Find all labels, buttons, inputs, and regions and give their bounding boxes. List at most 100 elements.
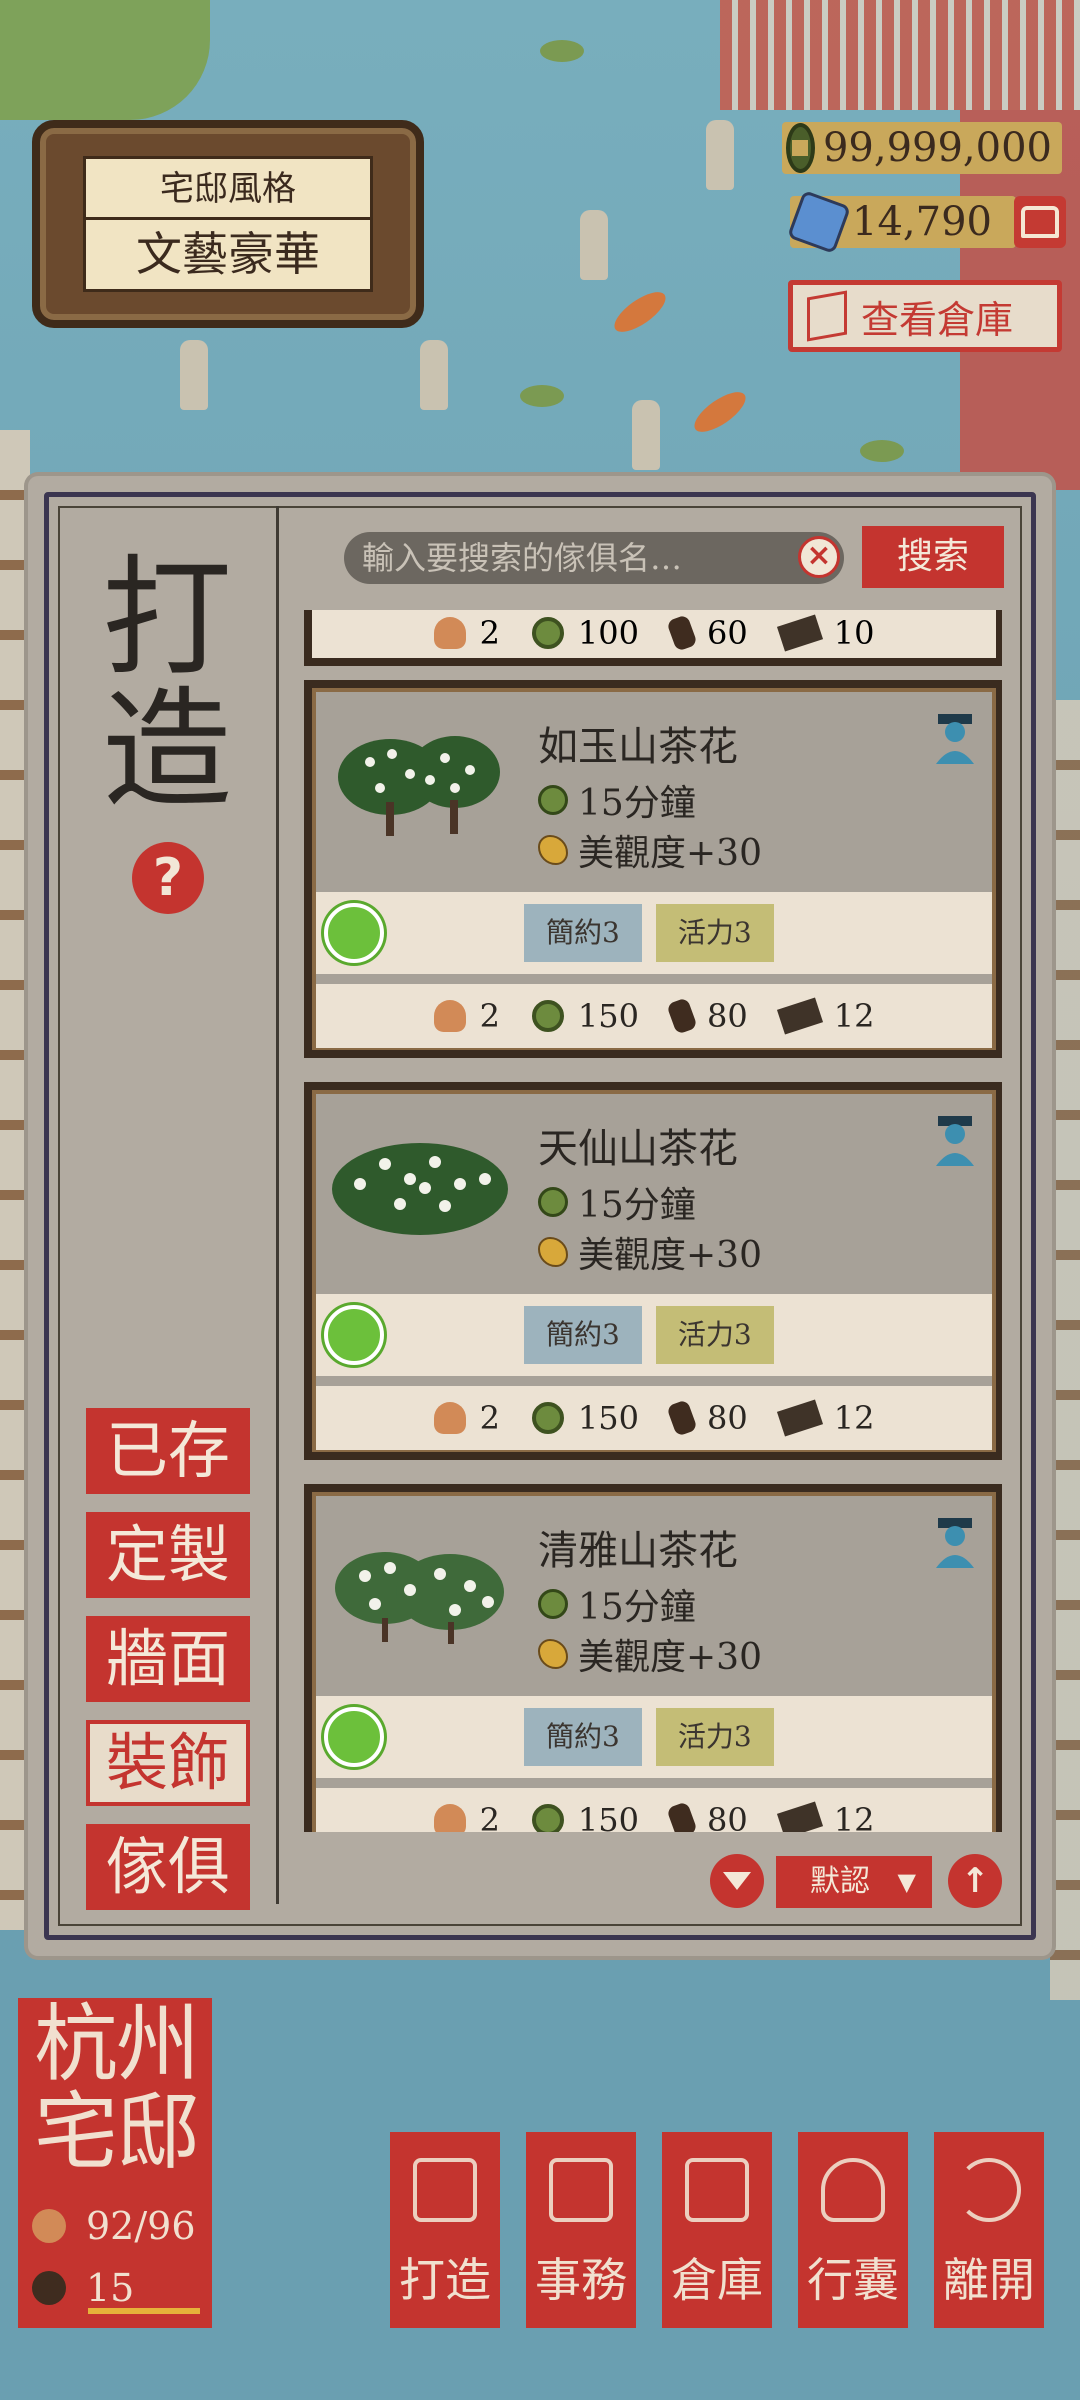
style-tag: 簡約3: [524, 1306, 642, 1364]
coin-icon: [531, 617, 564, 649]
sort-selected: 默認: [810, 1864, 870, 1899]
beauty-icon: [538, 835, 568, 865]
clear-search-icon[interactable]: ×: [798, 536, 840, 578]
filter-button[interactable]: [710, 1854, 764, 1908]
lily-pad: [520, 385, 564, 407]
artisan-icon: [936, 1116, 974, 1166]
cost-row: 2 100 60 10: [312, 610, 996, 658]
style-sign-value: 文藝豪華: [83, 220, 373, 292]
treasure-chest-button[interactable]: [1014, 196, 1066, 248]
camellia-bush-icon: [332, 1143, 508, 1235]
grass-type-icon: [324, 1707, 384, 1767]
nav-label: 事務: [535, 2253, 627, 2307]
cost-wood: 80: [707, 1399, 748, 1437]
location-plaque[interactable]: 杭州 宅邸 92/96 15: [18, 1998, 212, 2328]
cost-row: 2 150 80 12: [316, 984, 992, 1048]
view-warehouse-button[interactable]: 查看倉庫: [788, 280, 1062, 352]
plank-icon: [776, 1399, 823, 1437]
style-tag: 簡約3: [524, 904, 642, 962]
category-wall[interactable]: 牆面: [86, 1616, 250, 1702]
cost-coins: 150: [577, 1399, 639, 1437]
craft-time: 15分鐘: [578, 1587, 696, 1628]
grass-type-icon: [324, 1305, 384, 1365]
craft-panel: 打造 ? 已存 定製 牆面 裝飾 傢俱 × 搜索 2 100 60 10: [28, 476, 1052, 1956]
scroll-top-button[interactable]: ↑: [948, 1854, 1002, 1908]
location-name-line2: 宅邸: [33, 2083, 200, 2181]
copper-coin-icon: [786, 123, 815, 173]
wood-icon: [666, 614, 698, 652]
craft-time: 15分鐘: [578, 783, 696, 824]
chevron-down-icon: ▼: [897, 1868, 916, 1896]
search-button[interactable]: 搜索: [862, 526, 1004, 588]
nav-craft-button[interactable]: 打造: [390, 2132, 500, 2328]
tag-row: 簡約3 活力3: [316, 1696, 992, 1778]
category-furniture[interactable]: 傢俱: [86, 1824, 250, 1910]
sort-dropdown[interactable]: 默認 ▼: [776, 1856, 932, 1908]
panel-title: 打造: [102, 542, 233, 826]
search-input[interactable]: [344, 532, 844, 584]
clock-icon: [538, 1589, 568, 1619]
left-wall: [0, 430, 30, 1930]
worker-icon: [433, 1000, 466, 1032]
level-progress-bar: [88, 2308, 200, 2314]
coin-icon: [531, 1000, 564, 1032]
list-item[interactable]: 如玉山茶花 15分鐘 美觀度+30 簡約3 活力3 2 150 80 12: [304, 680, 1002, 1058]
item-name: 如玉山茶花: [538, 724, 738, 770]
jade-gem-icon: [786, 189, 852, 255]
style-tag: 活力3: [655, 1708, 774, 1766]
list-item[interactable]: 天仙山茶花 15分鐘 美觀度+30 簡約3 活力3 2 150 80 12: [304, 1082, 1002, 1460]
worker-icon: [433, 617, 466, 649]
beauty-icon: [538, 1237, 568, 1267]
cost-planks: 12: [833, 1399, 875, 1437]
category-custom[interactable]: 定製: [86, 1512, 250, 1598]
mansion-level: 15: [86, 2266, 135, 2310]
beauty-value: 美觀度+30: [578, 833, 762, 874]
cost-wood: 60: [707, 614, 748, 652]
nav-affairs-button[interactable]: 事務: [526, 2132, 636, 2328]
cost-workers: 2: [479, 1801, 500, 1832]
coin-icon: [531, 1804, 564, 1832]
coin-icon: [531, 1402, 564, 1434]
tag-row: 簡約3 活力3: [316, 1294, 992, 1376]
return-icon: [957, 2158, 1021, 2222]
cost-row: 2 150 80 12: [316, 1788, 992, 1832]
gem-counter: 14,790: [786, 189, 1016, 255]
level-icon: [32, 2271, 66, 2305]
mansion-style-sign: 宅邸風格 文藝豪華: [32, 120, 424, 328]
stone-lantern: [706, 120, 734, 190]
craft-time: 15分鐘: [578, 1185, 696, 1226]
wood-icon: [666, 997, 698, 1035]
warehouse-icon: [807, 290, 847, 342]
cost-wood: 80: [707, 1801, 748, 1832]
nav-label: 倉庫: [671, 2253, 763, 2307]
panel-divider: [276, 506, 279, 1904]
nav-label: 行囊: [807, 2253, 899, 2307]
stone-lantern: [632, 400, 660, 470]
list-item-partial[interactable]: 2 100 60 10: [304, 610, 1002, 666]
cost-coins: 150: [577, 1801, 639, 1832]
nav-bag-button[interactable]: 行囊: [798, 2132, 908, 2328]
nav-storehouse-button[interactable]: 倉庫: [662, 2132, 772, 2328]
grass-patch: [0, 0, 210, 120]
storehouse-icon: [685, 2158, 749, 2222]
list-item[interactable]: 清雅山茶花 15分鐘 美觀度+30 簡約3 活力3 2 150 80 12: [304, 1484, 1002, 1832]
plank-icon: [776, 614, 823, 652]
artisan-icon: [936, 714, 974, 764]
wood-icon: [666, 1801, 698, 1832]
lily-pad: [540, 40, 584, 62]
right-wall: [1050, 700, 1080, 2000]
category-saved[interactable]: 已存: [86, 1408, 250, 1494]
cost-wood: 80: [707, 997, 748, 1035]
artisan-icon: [936, 1518, 974, 1568]
tag-row: 簡約3 活力3: [316, 892, 992, 974]
bundle-icon: [821, 2158, 885, 2222]
hammer-icon: [413, 2158, 477, 2222]
style-tag: 活力3: [655, 904, 774, 962]
help-button[interactable]: ?: [132, 842, 204, 914]
population-count: 92/96: [86, 2204, 196, 2248]
style-tag: 簡約3: [524, 1708, 642, 1766]
nav-leave-button[interactable]: 離開: [934, 2132, 1044, 2328]
category-decor[interactable]: 裝飾: [86, 1720, 250, 1806]
item-list[interactable]: 2 100 60 10 如玉山茶花 15分鐘 美觀度+30 簡約3 活力3 2 …: [296, 610, 1002, 1832]
wood-icon: [666, 1399, 698, 1437]
